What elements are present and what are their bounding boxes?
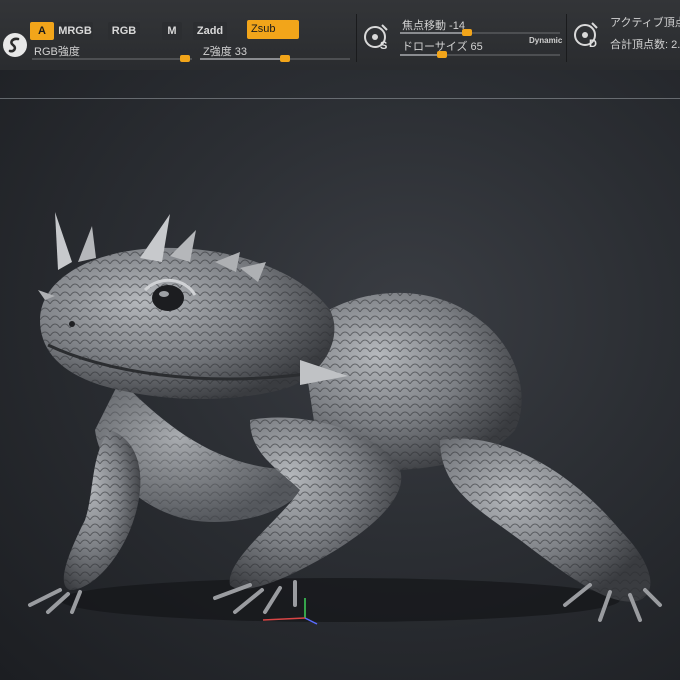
axis-gizmo-icon bbox=[262, 598, 318, 625]
horned-toad-sculpt[interactable] bbox=[0, 0, 680, 680]
